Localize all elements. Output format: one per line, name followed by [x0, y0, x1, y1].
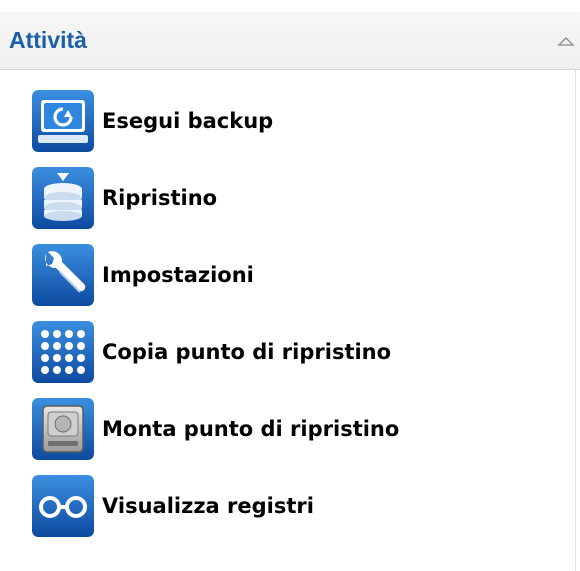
task-label: Copia punto di ripristino [102, 339, 392, 364]
wrench-icon [32, 243, 94, 306]
task-copy-recovery-point[interactable]: Copia punto di ripristino [0, 313, 570, 390]
task-label: Impostazioni [102, 262, 254, 287]
dot-grid-icon [32, 320, 94, 383]
collapse-icon[interactable] [556, 33, 576, 49]
task-settings[interactable]: Impostazioni [0, 236, 570, 313]
tasks-panel: Attività Esegui backup Ripristino Impost… [0, 0, 580, 571]
task-label: Visualizza registri [102, 493, 314, 518]
task-list: Esegui backup Ripristino Impostazioni Co… [0, 82, 570, 544]
task-restore[interactable]: Ripristino [0, 159, 570, 236]
hard-drive-icon [32, 397, 94, 460]
backup-monitor-icon [32, 89, 94, 152]
task-label: Monta punto di ripristino [102, 416, 400, 441]
task-label: Esegui backup [102, 108, 274, 133]
task-mount-recovery-point[interactable]: Monta punto di ripristino [0, 390, 570, 467]
task-run-backup[interactable]: Esegui backup [0, 82, 570, 159]
panel-title: Attività [9, 27, 87, 53]
task-label: Ripristino [102, 185, 218, 210]
panel-header[interactable]: Attività [0, 12, 580, 70]
task-view-logs[interactable]: Visualizza registri [0, 467, 570, 544]
panel-right-border [575, 70, 576, 571]
glasses-icon [32, 474, 94, 537]
database-restore-icon [32, 166, 94, 229]
